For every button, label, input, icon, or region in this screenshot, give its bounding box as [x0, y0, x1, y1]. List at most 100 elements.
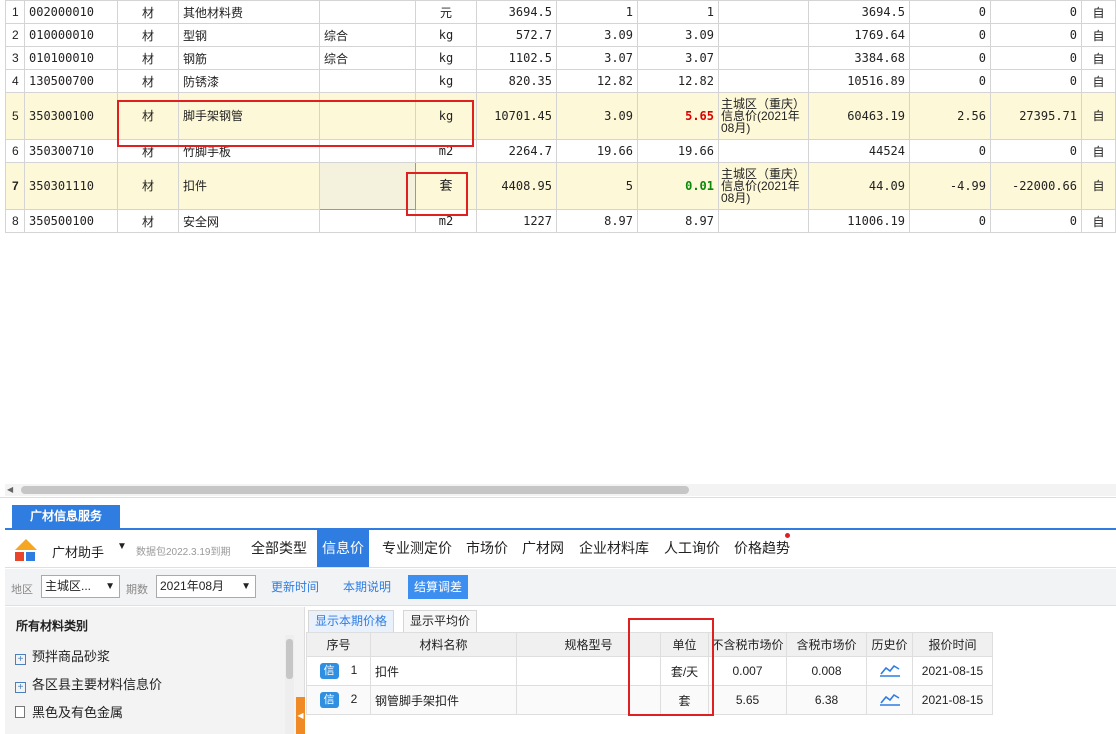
material-row[interactable]: 7 350301110 材 扣件 套 4408.95 5 0.01 主城区（重庆）信息价(202… [5, 162, 1116, 210]
price-source-cell[interactable]: 主城区（重庆）信息价(2021年08月) [718, 162, 809, 210]
price-source-cell[interactable]: 主城区（重庆）信息价(2021年08月) [718, 92, 809, 140]
price-source-cell[interactable] [718, 46, 809, 70]
region-select[interactable]: 主城区... ▼ [41, 575, 120, 598]
budget-price-cell[interactable]: 1 [556, 0, 638, 24]
unit-cell[interactable]: kg [415, 92, 477, 140]
material-type-cell[interactable]: 材 [117, 209, 179, 233]
market-price-cell[interactable]: 8.97 [637, 209, 719, 233]
column-header[interactable]: 含税市场价 [786, 632, 867, 657]
material-code-cell[interactable]: 010100010 [24, 46, 118, 70]
market-amount-cell[interactable]: 44524 [808, 139, 910, 163]
material-name-cell[interactable]: 型钢 [178, 23, 320, 47]
row-number-cell[interactable]: 6 [5, 139, 25, 163]
category-scrollbar[interactable] [285, 635, 294, 734]
row-number-cell[interactable]: 7 [5, 162, 25, 210]
price-diff-total-cell[interactable]: 0 [990, 209, 1082, 233]
row-number-cell[interactable]: 3 [5, 46, 25, 70]
tab-main-4[interactable]: 广材网 [517, 530, 569, 567]
material-row[interactable]: 2 010000010 材 型钢 综合 kg 572.7 3.09 3.09 1769.64 0 0 自 [5, 23, 1116, 47]
scrollbar-thumb[interactable] [21, 486, 689, 494]
material-name-cell[interactable]: 其他材料费 [178, 0, 320, 24]
material-name-cell[interactable]: 安全网 [178, 209, 320, 233]
material-name-cell[interactable]: 脚手架钢管 [178, 92, 320, 140]
column-header[interactable]: 单位 [660, 632, 709, 657]
spec-cell[interactable] [516, 685, 661, 715]
unit-cell[interactable]: kg [415, 69, 477, 93]
price-ex-tax-cell[interactable]: 0.007 [708, 656, 787, 686]
category-item[interactable]: 黑色及有色金属 [15, 702, 123, 721]
quantity-cell[interactable]: 2264.7 [476, 139, 557, 163]
unit-cell[interactable]: 套/天 [660, 656, 709, 686]
material-code-cell[interactable]: 010000010 [24, 23, 118, 47]
market-amount-cell[interactable]: 1769.64 [808, 23, 910, 47]
expand-icon[interactable]: + [15, 682, 26, 693]
supply-type-cell[interactable]: 自 [1081, 46, 1116, 70]
material-code-cell[interactable]: 350301110 [24, 162, 118, 210]
quote-date-cell[interactable]: 2021-08-15 [912, 685, 993, 715]
scroll-left-icon[interactable]: ◀ [7, 484, 13, 496]
tab-main-0[interactable]: 全部类型 [246, 530, 312, 567]
supply-type-cell[interactable]: 自 [1081, 69, 1116, 93]
price-diff-cell[interactable]: 0 [909, 139, 991, 163]
market-price-cell[interactable]: 3.07 [637, 46, 719, 70]
price-diff-total-cell[interactable]: 0 [990, 23, 1082, 47]
column-header[interactable]: 不含税市场价 [708, 632, 787, 657]
supply-type-cell[interactable]: 自 [1081, 0, 1116, 24]
price-source-cell[interactable] [718, 139, 809, 163]
market-price-cell[interactable]: 19.66 [637, 139, 719, 163]
price-diff-cell[interactable]: 0 [909, 209, 991, 233]
column-header[interactable]: 材料名称 [370, 632, 517, 657]
tab-main-5[interactable]: 企业材料库 [574, 530, 654, 567]
column-header[interactable]: 规格型号 [516, 632, 661, 657]
history-trend-icon[interactable] [879, 663, 900, 677]
update-time-button[interactable]: 更新时间 [265, 575, 325, 599]
market-price-cell[interactable]: 5.65 [637, 92, 719, 140]
market-amount-cell[interactable]: 3384.68 [808, 46, 910, 70]
supply-type-cell[interactable]: 自 [1081, 162, 1116, 210]
unit-cell[interactable]: 套 [415, 162, 477, 210]
spec-model-cell[interactable] [319, 162, 416, 210]
row-number-cell[interactable]: 8 [5, 209, 25, 233]
material-type-cell[interactable]: 材 [117, 139, 179, 163]
price-source-cell[interactable] [718, 23, 809, 47]
unit-cell[interactable]: 元 [415, 0, 477, 24]
market-amount-cell[interactable]: 10516.89 [808, 69, 910, 93]
tab-main-1[interactable]: 信息价 [317, 530, 369, 567]
price-diff-cell[interactable]: 0 [909, 0, 991, 24]
material-type-cell[interactable]: 材 [117, 23, 179, 47]
quantity-cell[interactable]: 1227 [476, 209, 557, 233]
unit-cell[interactable]: 套 [660, 685, 709, 715]
price-diff-cell[interactable]: 0 [909, 23, 991, 47]
market-amount-cell[interactable]: 11006.19 [808, 209, 910, 233]
table-row[interactable]: 信 1 扣件 套/天 0.007 0.008 2021-08-15 [306, 656, 993, 686]
price-source-cell[interactable] [718, 209, 809, 233]
material-row[interactable]: 4 130500700 材 防锈漆 kg 820.35 12.82 12.82 10516.89… [5, 69, 1116, 93]
material-row[interactable]: 3 010100010 材 钢筋 综合 kg 1102.5 3.07 3.07 3384.68 0 0… [5, 46, 1116, 70]
expand-icon[interactable]: + [15, 654, 26, 665]
supply-type-cell[interactable]: 自 [1081, 92, 1116, 140]
material-code-cell[interactable]: 350300100 [24, 92, 118, 140]
market-price-cell[interactable]: 1 [637, 0, 719, 24]
quote-date-cell[interactable]: 2021-08-15 [912, 656, 993, 686]
budget-price-cell[interactable]: 12.82 [556, 69, 638, 93]
spec-model-cell[interactable]: 综合 [319, 46, 416, 70]
material-code-cell[interactable]: 130500700 [24, 69, 118, 93]
price-diff-total-cell[interactable]: 0 [990, 46, 1082, 70]
quantity-cell[interactable]: 4408.95 [476, 162, 557, 210]
spec-cell[interactable] [516, 656, 661, 686]
price-in-tax-cell[interactable]: 6.38 [786, 685, 867, 715]
material-name-cell[interactable]: 防锈漆 [178, 69, 320, 93]
category-item[interactable]: + 预拌商品砂浆 [15, 646, 110, 665]
supply-type-cell[interactable]: 自 [1081, 23, 1116, 47]
period-note-button[interactable]: 本期说明 [337, 575, 397, 599]
seq-cell[interactable]: 信1 [306, 656, 371, 686]
spec-model-cell[interactable] [319, 69, 416, 93]
budget-price-cell[interactable]: 3.07 [556, 46, 638, 70]
assistant-name[interactable]: 广材助手 [52, 542, 104, 561]
collapse-left-icon[interactable]: ◀ [296, 697, 305, 734]
quantity-cell[interactable]: 820.35 [476, 69, 557, 93]
material-type-cell[interactable]: 材 [117, 69, 179, 93]
market-amount-cell[interactable]: 60463.19 [808, 92, 910, 140]
quantity-cell[interactable]: 1102.5 [476, 46, 557, 70]
price-diff-total-cell[interactable]: 27395.71 [990, 92, 1082, 140]
